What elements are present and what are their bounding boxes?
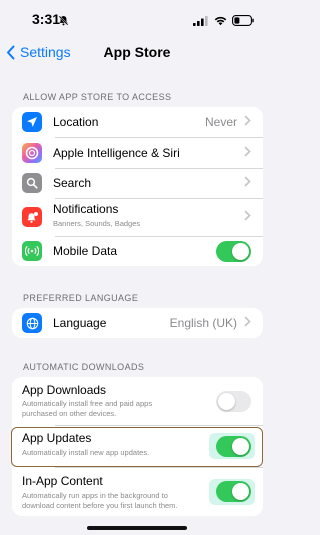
row-language[interactable]: Language English (UK) xyxy=(12,308,263,338)
status-time: 3:31 xyxy=(32,11,61,27)
battery-icon xyxy=(232,13,254,31)
row-sublabel: Automatically install free and paid apps xyxy=(22,399,153,408)
row-location[interactable]: Location Never xyxy=(12,107,263,137)
language-group: Language English (UK) xyxy=(12,308,263,338)
row-label: Location xyxy=(53,115,99,129)
row-label: In-App Content xyxy=(22,474,103,488)
row-label: Mobile Data xyxy=(53,244,118,258)
app-downloads-toggle[interactable] xyxy=(216,390,251,412)
navigation-bar: Settings App Store xyxy=(0,40,274,68)
section-header-language: PREFERRED LANGUAGE xyxy=(23,293,139,303)
row-label: Search xyxy=(53,176,92,190)
row-search[interactable]: Search xyxy=(12,168,263,198)
chevron-right-icon xyxy=(244,113,251,131)
row-label: Notifications xyxy=(53,202,119,216)
row-sublabel: purchased on other devices. xyxy=(22,409,117,418)
wifi-icon xyxy=(214,13,227,31)
antenna-icon xyxy=(22,241,42,261)
page-title: App Store xyxy=(103,44,171,60)
row-sublabel: download content before you first launch… xyxy=(22,501,178,510)
chevron-right-icon xyxy=(244,208,251,226)
row-sublabel: Automatically run apps in the background… xyxy=(22,491,168,500)
globe-icon xyxy=(22,313,42,333)
access-group: Location Never Apple Intelligence & Siri… xyxy=(12,107,263,266)
row-notifications[interactable]: Notifications Banners, Sounds, Badges xyxy=(12,198,263,236)
row-sublabel: Banners, Sounds, Badges xyxy=(53,219,141,228)
location-arrow-icon xyxy=(22,112,42,132)
section-header-downloads: AUTOMATIC DOWNLOADS xyxy=(23,362,145,372)
section-header-access: ALLOW APP STORE TO ACCESS xyxy=(23,92,172,102)
bell-badge-icon xyxy=(22,207,42,227)
chevron-right-icon xyxy=(244,144,251,162)
chevron-right-icon xyxy=(244,314,251,332)
row-label: App Downloads xyxy=(22,383,107,397)
status-indicators xyxy=(193,13,254,31)
signal-icon xyxy=(193,13,209,31)
row-value: English (UK) xyxy=(169,316,237,330)
home-indicator xyxy=(87,526,187,530)
row-label: Language xyxy=(53,316,107,330)
search-icon xyxy=(22,173,42,193)
siri-icon xyxy=(22,142,42,163)
row-in-app-content: In-App Content Automatically run apps in… xyxy=(12,467,263,516)
row-app-downloads: App Downloads Automatically install free… xyxy=(12,377,263,425)
row-mobile-data: Mobile Data xyxy=(12,236,263,266)
chevron-right-icon xyxy=(244,174,251,192)
focus-highlight xyxy=(11,427,263,467)
row-label: Apple Intelligence & Siri xyxy=(53,145,180,160)
mobile-data-toggle[interactable] xyxy=(216,240,251,262)
row-apple-intelligence-siri[interactable]: Apple Intelligence & Siri xyxy=(12,137,263,168)
bell-slash-icon xyxy=(58,13,69,31)
status-bar: 3:31 xyxy=(0,0,274,36)
row-value: Never xyxy=(204,115,237,129)
in-app-content-toggle[interactable] xyxy=(216,481,251,502)
